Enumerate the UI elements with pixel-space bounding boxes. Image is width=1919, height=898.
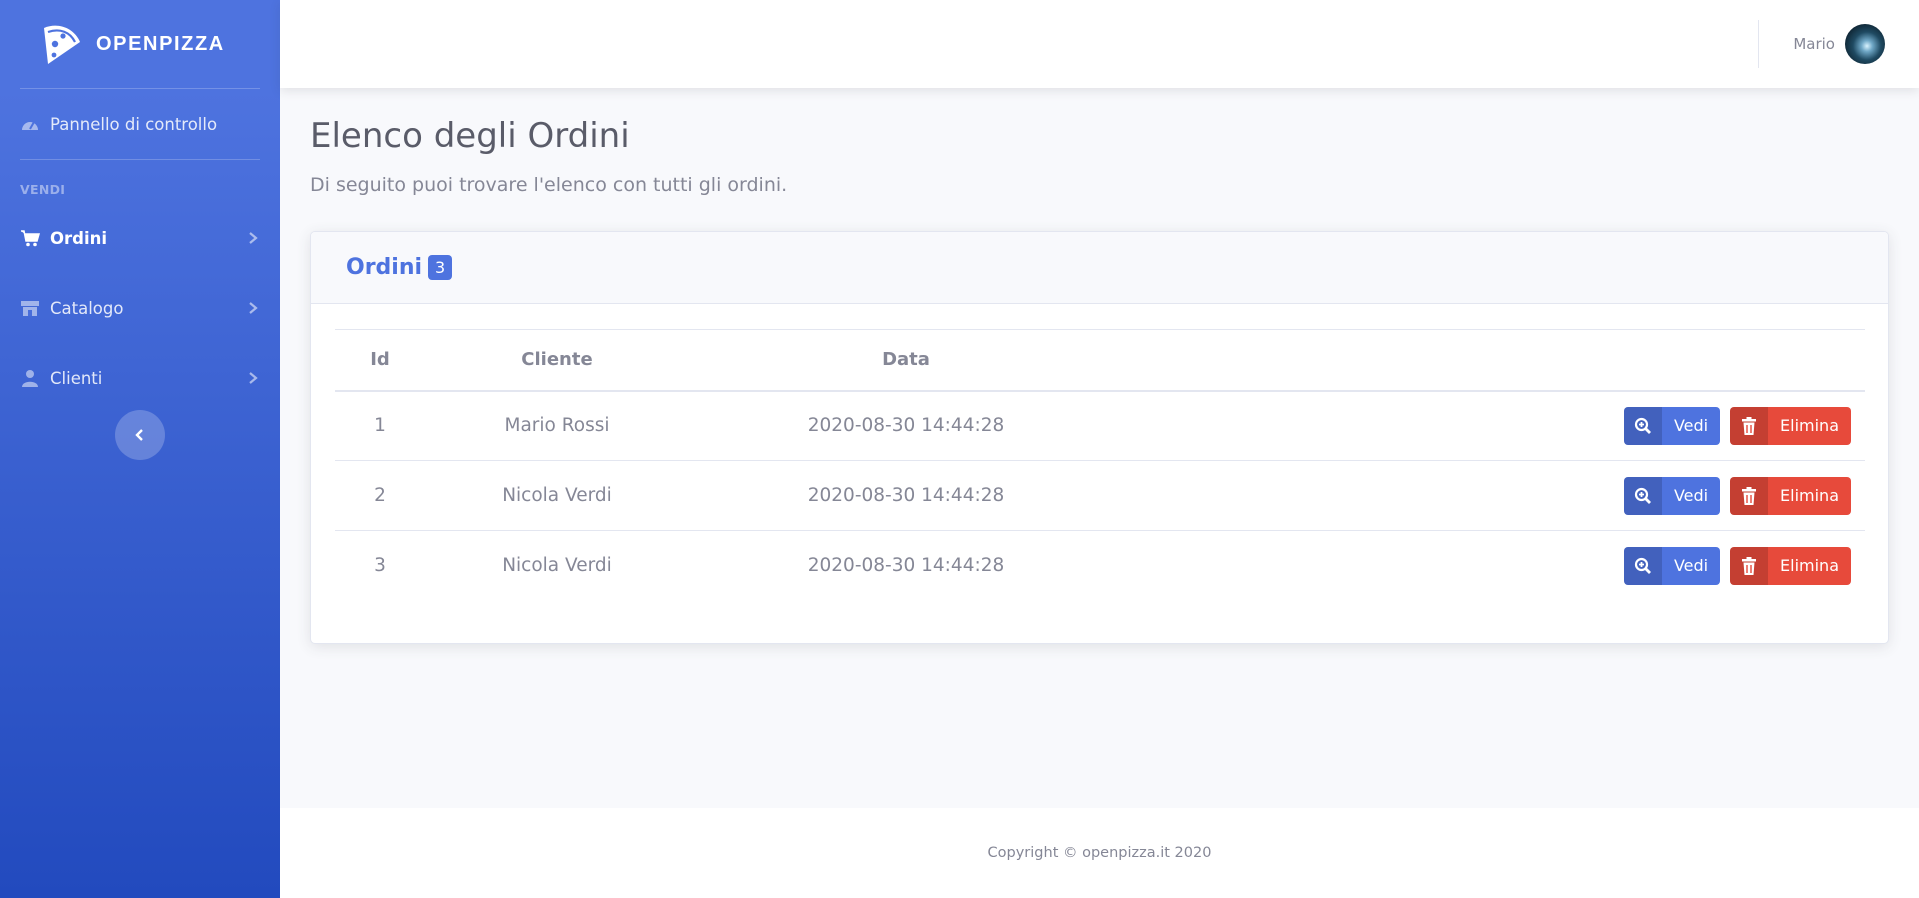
topbar: Mario	[280, 0, 1919, 88]
cell-data: 2020-08-30 14:44:28	[807, 555, 1005, 577]
cell-actions: Vedi Elimina	[1123, 391, 1865, 461]
cell-id: 2	[374, 485, 386, 506]
table-row: 1 Mario Rossi 2020-08-30 14:44:28 Vedi E…	[335, 391, 1865, 461]
delete-order-button[interactable]: Elimina	[1730, 406, 1851, 445]
cell-id: 1	[374, 415, 386, 437]
sidebar-section-heading: VENDI	[20, 182, 66, 197]
sidebar-toggle-button[interactable]	[115, 410, 165, 460]
table-row: 2 Nicola Verdi 2020-08-30 14:44:28 Vedi …	[335, 461, 1865, 531]
delete-button-label: Elimina	[1780, 416, 1839, 436]
view-order-button[interactable]: Vedi	[1623, 546, 1721, 585]
sidebar: OPENPIZZA Pannello di controllo VENDI Or…	[0, 0, 280, 898]
user-name: Mario	[1793, 35, 1835, 53]
sidebar-item-label: Catalogo	[50, 298, 124, 318]
table-row: 3 Nicola Verdi 2020-08-30 14:44:28 Vedi …	[335, 531, 1865, 601]
store-icon	[20, 299, 40, 317]
sidebar-item-dashboard[interactable]: Pannello di controllo	[0, 89, 280, 159]
zoom-in-icon	[1623, 406, 1662, 445]
sidebar-item-label: Pannello di controllo	[50, 114, 218, 134]
user-icon	[20, 369, 40, 387]
column-header-actions	[1123, 330, 1865, 391]
delete-order-button[interactable]: Elimina	[1730, 546, 1851, 585]
view-button-label: Vedi	[1673, 416, 1709, 436]
cell-data: 2020-08-30 14:44:28	[807, 485, 1005, 506]
orders-table-wrapper: Id Cliente Data 1 Mario Rossi 2020-08-30…	[335, 329, 1865, 601]
trash-icon	[1730, 546, 1769, 585]
card-title: Ordini	[346, 255, 423, 280]
zoom-in-icon	[1623, 546, 1662, 585]
main-content: Elenco degli Ordini Di seguito puoi trov…	[280, 88, 1919, 808]
cell-cliente: Nicola Verdi	[502, 485, 612, 506]
brand[interactable]: OPENPIZZA	[0, 0, 280, 88]
footer: Copyright © openpizza.it 2020	[280, 808, 1919, 898]
view-button-label: Vedi	[1673, 486, 1709, 505]
sidebar-item-ordini[interactable]: Ordini	[0, 203, 280, 273]
column-header-data[interactable]: Data	[689, 330, 1123, 391]
view-order-button[interactable]: Vedi	[1623, 476, 1721, 515]
zoom-in-icon	[1623, 476, 1662, 515]
chevron-left-icon	[135, 429, 143, 441]
page-subtitle: Di seguito puoi trovare l'elenco con tut…	[310, 174, 788, 196]
sidebar-item-label: Clienti	[50, 368, 103, 388]
copyright-text: Copyright © openpizza.it 2020	[987, 845, 1212, 861]
delete-button-label: Elimina	[1780, 486, 1839, 505]
avatar	[1845, 24, 1885, 64]
cell-actions: Vedi Elimina	[1123, 531, 1865, 601]
pizza-slice-icon	[44, 25, 80, 64]
view-order-button[interactable]: Vedi	[1623, 406, 1721, 445]
view-button-label: Vedi	[1673, 556, 1709, 576]
trash-icon	[1730, 476, 1769, 515]
orders-table: Id Cliente Data 1 Mario Rossi 2020-08-30…	[335, 329, 1865, 601]
cell-data: 2020-08-30 14:44:28	[807, 415, 1005, 437]
orders-count-badge: 3	[428, 255, 453, 280]
cell-cliente: Nicola Verdi	[502, 555, 612, 577]
cell-cliente: Mario Rossi	[504, 415, 610, 437]
user-menu[interactable]: Mario	[1793, 24, 1885, 64]
chevron-right-icon	[246, 231, 260, 245]
delete-button-label: Elimina	[1780, 556, 1839, 576]
chevron-right-icon	[246, 301, 260, 315]
column-header-cliente[interactable]: Cliente	[425, 330, 689, 391]
trash-icon	[1730, 406, 1769, 445]
page-title: Elenco degli Ordini	[310, 116, 630, 156]
table-header-row: Id Cliente Data	[335, 329, 1865, 391]
delete-order-button[interactable]: Elimina	[1730, 476, 1851, 515]
brand-name: OPENPIZZA	[96, 32, 225, 55]
orders-card: Ordini 3 Id Cliente Data 1 Mario Rossi 2…	[310, 231, 1889, 644]
card-header: Ordini 3	[311, 232, 1888, 304]
chevron-right-icon	[246, 371, 260, 385]
column-header-id[interactable]: Id	[335, 330, 425, 391]
topbar-divider	[1758, 20, 1759, 68]
sidebar-item-catalogo[interactable]: Catalogo	[0, 273, 280, 343]
sidebar-item-clienti[interactable]: Clienti	[0, 343, 280, 413]
cell-id: 3	[374, 555, 386, 577]
shopping-cart-icon	[20, 229, 40, 247]
sidebar-item-label: Ordini	[50, 228, 108, 248]
gauge-icon	[20, 115, 40, 133]
cell-actions: Vedi Elimina	[1123, 461, 1865, 531]
